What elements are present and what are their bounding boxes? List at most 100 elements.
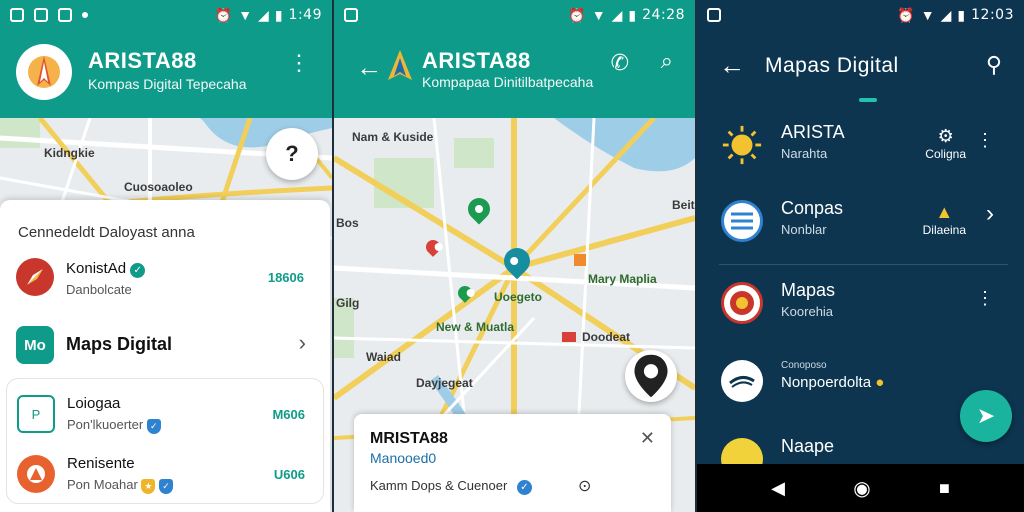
map-label: Doodeat bbox=[582, 330, 630, 344]
item-subtitle: Danbolcate bbox=[66, 282, 132, 297]
list-item[interactable]: ARISTA Narahta ⚙ Coligna ⋮ bbox=[697, 112, 1024, 186]
back-arrow-icon[interactable]: ← bbox=[356, 52, 382, 83]
compass-needle-icon bbox=[27, 269, 43, 285]
compass-logo-icon bbox=[388, 50, 412, 80]
list-item[interactable]: KonistAd ✓ Danbolcate 18606 bbox=[0, 248, 330, 306]
list-item[interactable]: P Loiogaa Pon'lkuoerter ✓ M606 bbox=[7, 385, 323, 443]
close-icon[interactable]: ✕ bbox=[640, 428, 655, 449]
sun-graphic bbox=[722, 125, 762, 165]
shield-icon: ✓ bbox=[159, 479, 174, 494]
back-nav-icon[interactable]: ◀ bbox=[771, 478, 785, 499]
robot-icon: ⚙ bbox=[937, 126, 954, 146]
item-title: ARISTA bbox=[781, 122, 845, 142]
app-title: ARISTA88 bbox=[422, 48, 531, 73]
recents-nav-icon[interactable]: ■ bbox=[939, 478, 950, 499]
sun-icon bbox=[721, 124, 763, 166]
app-notification-icon bbox=[707, 8, 721, 22]
item-title: Nonpoerdolta bbox=[781, 374, 872, 391]
image-notification-icon bbox=[344, 8, 358, 22]
status-time: 1:49 bbox=[288, 7, 322, 23]
card-group: P Loiogaa Pon'lkuoerter ✓ M606 Renisente… bbox=[6, 378, 324, 504]
more-vert-icon[interactable]: ⋮ bbox=[976, 130, 994, 151]
alarm-icon: ⏰ bbox=[214, 6, 233, 23]
chevron-right-icon[interactable]: › bbox=[299, 330, 306, 356]
item-value: 18606 bbox=[267, 269, 304, 285]
item-value: U606 bbox=[273, 466, 305, 482]
compass-graphic bbox=[730, 291, 754, 315]
item-subtitle: Narahta bbox=[781, 146, 828, 161]
home-nav-icon[interactable]: ◉ bbox=[853, 476, 870, 501]
map-label: Kidngkie bbox=[44, 146, 95, 160]
compass-rose-icon bbox=[28, 56, 60, 88]
place-subtitle: Manooed0 bbox=[370, 450, 437, 466]
bottom-sheet: Cennedeldt Daloyast anna KonistAd ✓ Danb… bbox=[0, 200, 330, 512]
back-arrow-icon[interactable]: ← bbox=[719, 50, 745, 81]
screen-3: ⏰ ▼ ◢ ▮ 12:03 ← Mapas Digital ⚲ ARISTA N… bbox=[697, 0, 1024, 512]
map-label: Nam & Kuside bbox=[352, 130, 434, 144]
document-icon: P bbox=[17, 395, 55, 433]
item-title: Mapas bbox=[781, 280, 836, 300]
status-time: 12:03 bbox=[971, 7, 1014, 23]
place-footer: Kamm Dops & Cuenoer bbox=[370, 478, 508, 493]
item-subtitle: Nonblar bbox=[781, 222, 827, 237]
target-icon[interactable]: ⊙ bbox=[578, 476, 591, 496]
screen-1: ⏰ ▼ ◢ ▮ 1:49 ARISTA88 Kompas Digital Tep… bbox=[0, 0, 332, 512]
app-logo[interactable] bbox=[16, 44, 72, 100]
check-icon: ✓ bbox=[130, 263, 146, 278]
list-item[interactable]: Mo Maps Digital › bbox=[0, 316, 330, 374]
map-view[interactable]: Nam & Kuside Bos Beitr Uoegeto New & Mua… bbox=[334, 118, 695, 512]
screen-2: ⏰ ▼ ◢ ▮ 24:28 ← ARISTA88 Kompapaa Diniti… bbox=[334, 0, 695, 512]
app-bar: ARISTA88 Kompas Digital Tepecaha ⋮ bbox=[0, 30, 332, 118]
search-icon[interactable]: ⌕ bbox=[661, 48, 673, 74]
map-label: Gilg bbox=[336, 296, 360, 310]
list-item[interactable]: Mapas Koorehia ⋮ bbox=[697, 270, 1024, 344]
app-subtitle: Kompapaa Dinitilbatpecaha bbox=[422, 74, 594, 90]
item-subtitle: Pon Moahar bbox=[67, 477, 138, 492]
place-marker[interactable] bbox=[562, 332, 576, 342]
item-title: Conpas bbox=[781, 198, 844, 218]
system-nav-bar: ◀ ◉ ■ bbox=[697, 464, 1024, 512]
app-notification-icon bbox=[10, 8, 24, 22]
app-title: Mapas Digital bbox=[765, 54, 899, 77]
dot-icon bbox=[82, 12, 88, 18]
more-vert-icon[interactable]: ⋮ bbox=[976, 288, 994, 309]
status-bar: ⏰ ▼ ◢ ▮ 1:49 bbox=[0, 0, 332, 30]
place-info-card[interactable]: MRISTA88 Manooed0 ✕ Kamm Dops & Cuenoer … bbox=[354, 414, 671, 512]
map-label: Uoegeto bbox=[494, 290, 542, 304]
shield-icon: ✓ bbox=[146, 419, 161, 434]
map-label: Beitr bbox=[672, 198, 695, 212]
navigate-fab[interactable]: ➤ bbox=[960, 390, 1012, 442]
avatar bbox=[17, 455, 55, 493]
list-item[interactable]: Conpas Nonblar ▲ Dilaeina › bbox=[697, 188, 1024, 262]
map-label: Waiad bbox=[366, 350, 401, 364]
more-vert-icon[interactable]: ⋮ bbox=[288, 50, 310, 76]
wave-icon bbox=[721, 360, 763, 402]
map-label: Mary Maplia bbox=[588, 272, 657, 286]
wifi-icon: ▼ bbox=[920, 7, 935, 23]
item-title: Maps Digital bbox=[66, 334, 173, 354]
status-bar: ⏰ ▼ ◢ ▮ 12:03 bbox=[697, 0, 1024, 30]
map-label: Bos bbox=[336, 216, 359, 230]
item-value: M606 bbox=[272, 406, 305, 422]
chevron-right-icon[interactable]: › bbox=[986, 200, 994, 228]
share-icon[interactable]: ⚲ bbox=[986, 52, 1002, 78]
battery-icon: ▮ bbox=[628, 6, 637, 23]
map-label: Cuosoaoleo bbox=[124, 180, 193, 194]
signal-icon: ◢ bbox=[258, 6, 269, 23]
item-subtitle: Koorehia bbox=[781, 304, 834, 319]
list-item[interactable]: Renisente Pon Moahar ★ ✓ U606 bbox=[7, 445, 323, 503]
alarm-icon: ⏰ bbox=[568, 6, 586, 23]
place-marker[interactable] bbox=[574, 254, 586, 266]
battery-icon: ▮ bbox=[957, 6, 966, 23]
place-title: MRISTA88 bbox=[370, 430, 448, 447]
app-bar: ← ARISTA88 Kompapaa Dinitilbatpecaha ✆ ⌕ bbox=[334, 30, 695, 118]
map-label: New & Muatla bbox=[436, 320, 515, 334]
item-subtitle: Conoposo bbox=[781, 360, 827, 371]
phone-icon[interactable]: ✆ bbox=[611, 50, 629, 76]
status-time: 24:28 bbox=[642, 7, 685, 23]
my-location-button[interactable] bbox=[625, 350, 677, 402]
maps-logo: Mo bbox=[16, 326, 54, 364]
signal-icon: ◢ bbox=[611, 6, 623, 23]
help-button[interactable]: ? bbox=[266, 128, 318, 180]
navigation-arrow-icon: ➤ bbox=[976, 403, 996, 428]
